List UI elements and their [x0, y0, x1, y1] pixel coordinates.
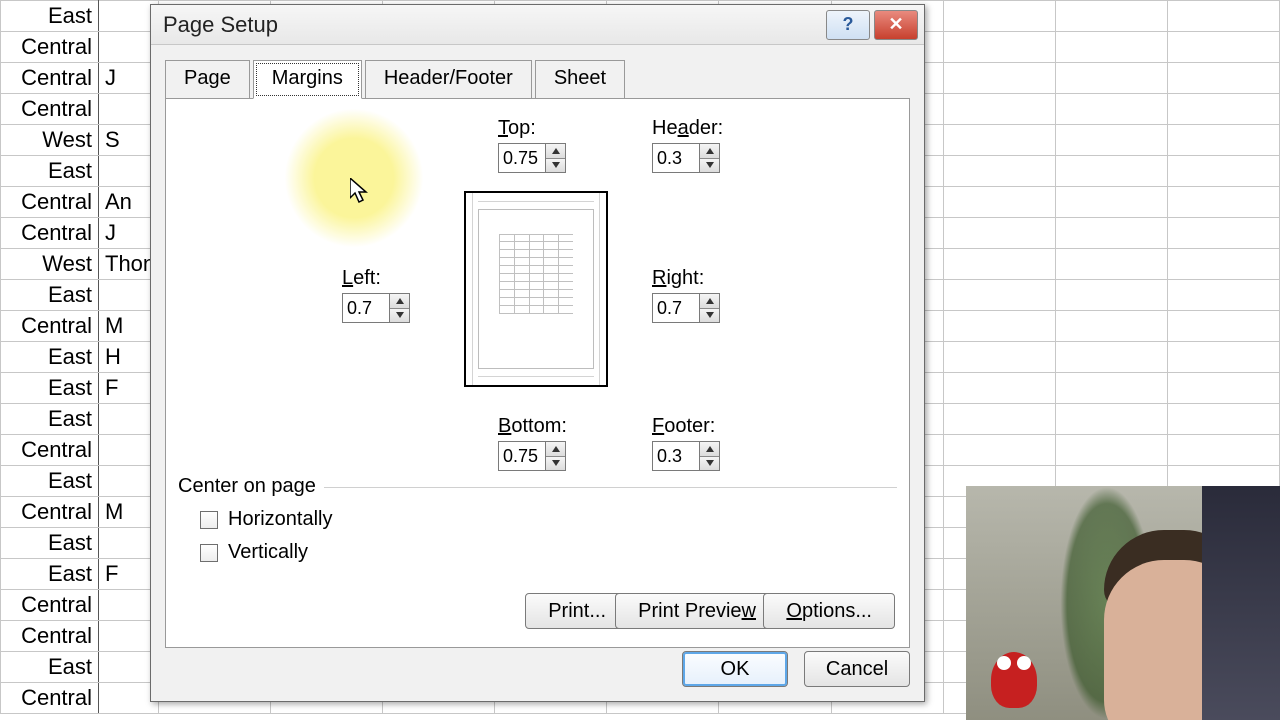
footer-input[interactable] [653, 442, 699, 470]
tab-margins[interactable]: Margins [253, 60, 362, 99]
cancel-button[interactable]: Cancel [804, 651, 910, 687]
top-spinner[interactable] [498, 143, 566, 173]
webcam-overlay [966, 486, 1280, 720]
center-on-page-group: Center on page Horizontally Vertically [178, 475, 897, 564]
page-setup-dialog: Page Setup ? ✕ Page Margins Header/Foote… [150, 4, 925, 702]
top-spin-up[interactable] [546, 144, 565, 158]
top-spin-down[interactable] [546, 158, 565, 173]
print-button[interactable]: Print... [525, 593, 629, 629]
footer-label: Footer: [652, 415, 715, 438]
bottom-spin-down[interactable] [546, 456, 565, 471]
close-button[interactable]: ✕ [874, 10, 918, 40]
header-spin-up[interactable] [700, 144, 719, 158]
dialog-title: Page Setup [163, 12, 822, 38]
footer-spin-down[interactable] [700, 456, 719, 471]
right-label: Right: [652, 267, 704, 290]
left-spinner[interactable] [342, 293, 410, 323]
bottom-label: Bottom: [498, 415, 567, 438]
margins-panel: Top: Header: Left: Righ [165, 98, 910, 648]
header-input[interactable] [653, 144, 699, 172]
bottom-input[interactable] [499, 442, 545, 470]
center-on-page-label: Center on page [178, 475, 324, 498]
page-preview [464, 191, 608, 387]
tab-header-footer[interactable]: Header/Footer [365, 60, 532, 99]
horizontally-label: Horizontally [228, 508, 332, 531]
tab-strip: Page Margins Header/Footer Sheet [151, 45, 924, 98]
right-spin-up[interactable] [700, 294, 719, 308]
checkbox-icon[interactable] [200, 544, 218, 562]
tab-sheet[interactable]: Sheet [535, 60, 625, 99]
help-button[interactable]: ? [826, 10, 870, 40]
horizontally-checkbox[interactable]: Horizontally [200, 508, 897, 531]
ok-button[interactable]: OK [682, 651, 788, 687]
footer-spinner[interactable] [652, 441, 720, 471]
titlebar: Page Setup ? ✕ [151, 5, 924, 45]
right-input[interactable] [653, 294, 699, 322]
header-spin-down[interactable] [700, 158, 719, 173]
top-input[interactable] [499, 144, 545, 172]
options-button[interactable]: Options... [763, 593, 895, 629]
left-spin-down[interactable] [390, 308, 409, 323]
bottom-spinner[interactable] [498, 441, 566, 471]
left-input[interactable] [343, 294, 389, 322]
right-spinner[interactable] [652, 293, 720, 323]
footer-spin-up[interactable] [700, 442, 719, 456]
bottom-spin-up[interactable] [546, 442, 565, 456]
top-label: Top: [498, 117, 536, 140]
print-preview-button[interactable]: Print Preview [615, 593, 779, 629]
checkbox-icon[interactable] [200, 511, 218, 529]
left-spin-up[interactable] [390, 294, 409, 308]
left-label: Left: [342, 267, 381, 290]
header-spinner[interactable] [652, 143, 720, 173]
right-spin-down[interactable] [700, 308, 719, 323]
vertically-label: Vertically [228, 541, 308, 564]
header-label: Header: [652, 117, 723, 140]
tab-page[interactable]: Page [165, 60, 250, 99]
vertically-checkbox[interactable]: Vertically [200, 541, 897, 564]
